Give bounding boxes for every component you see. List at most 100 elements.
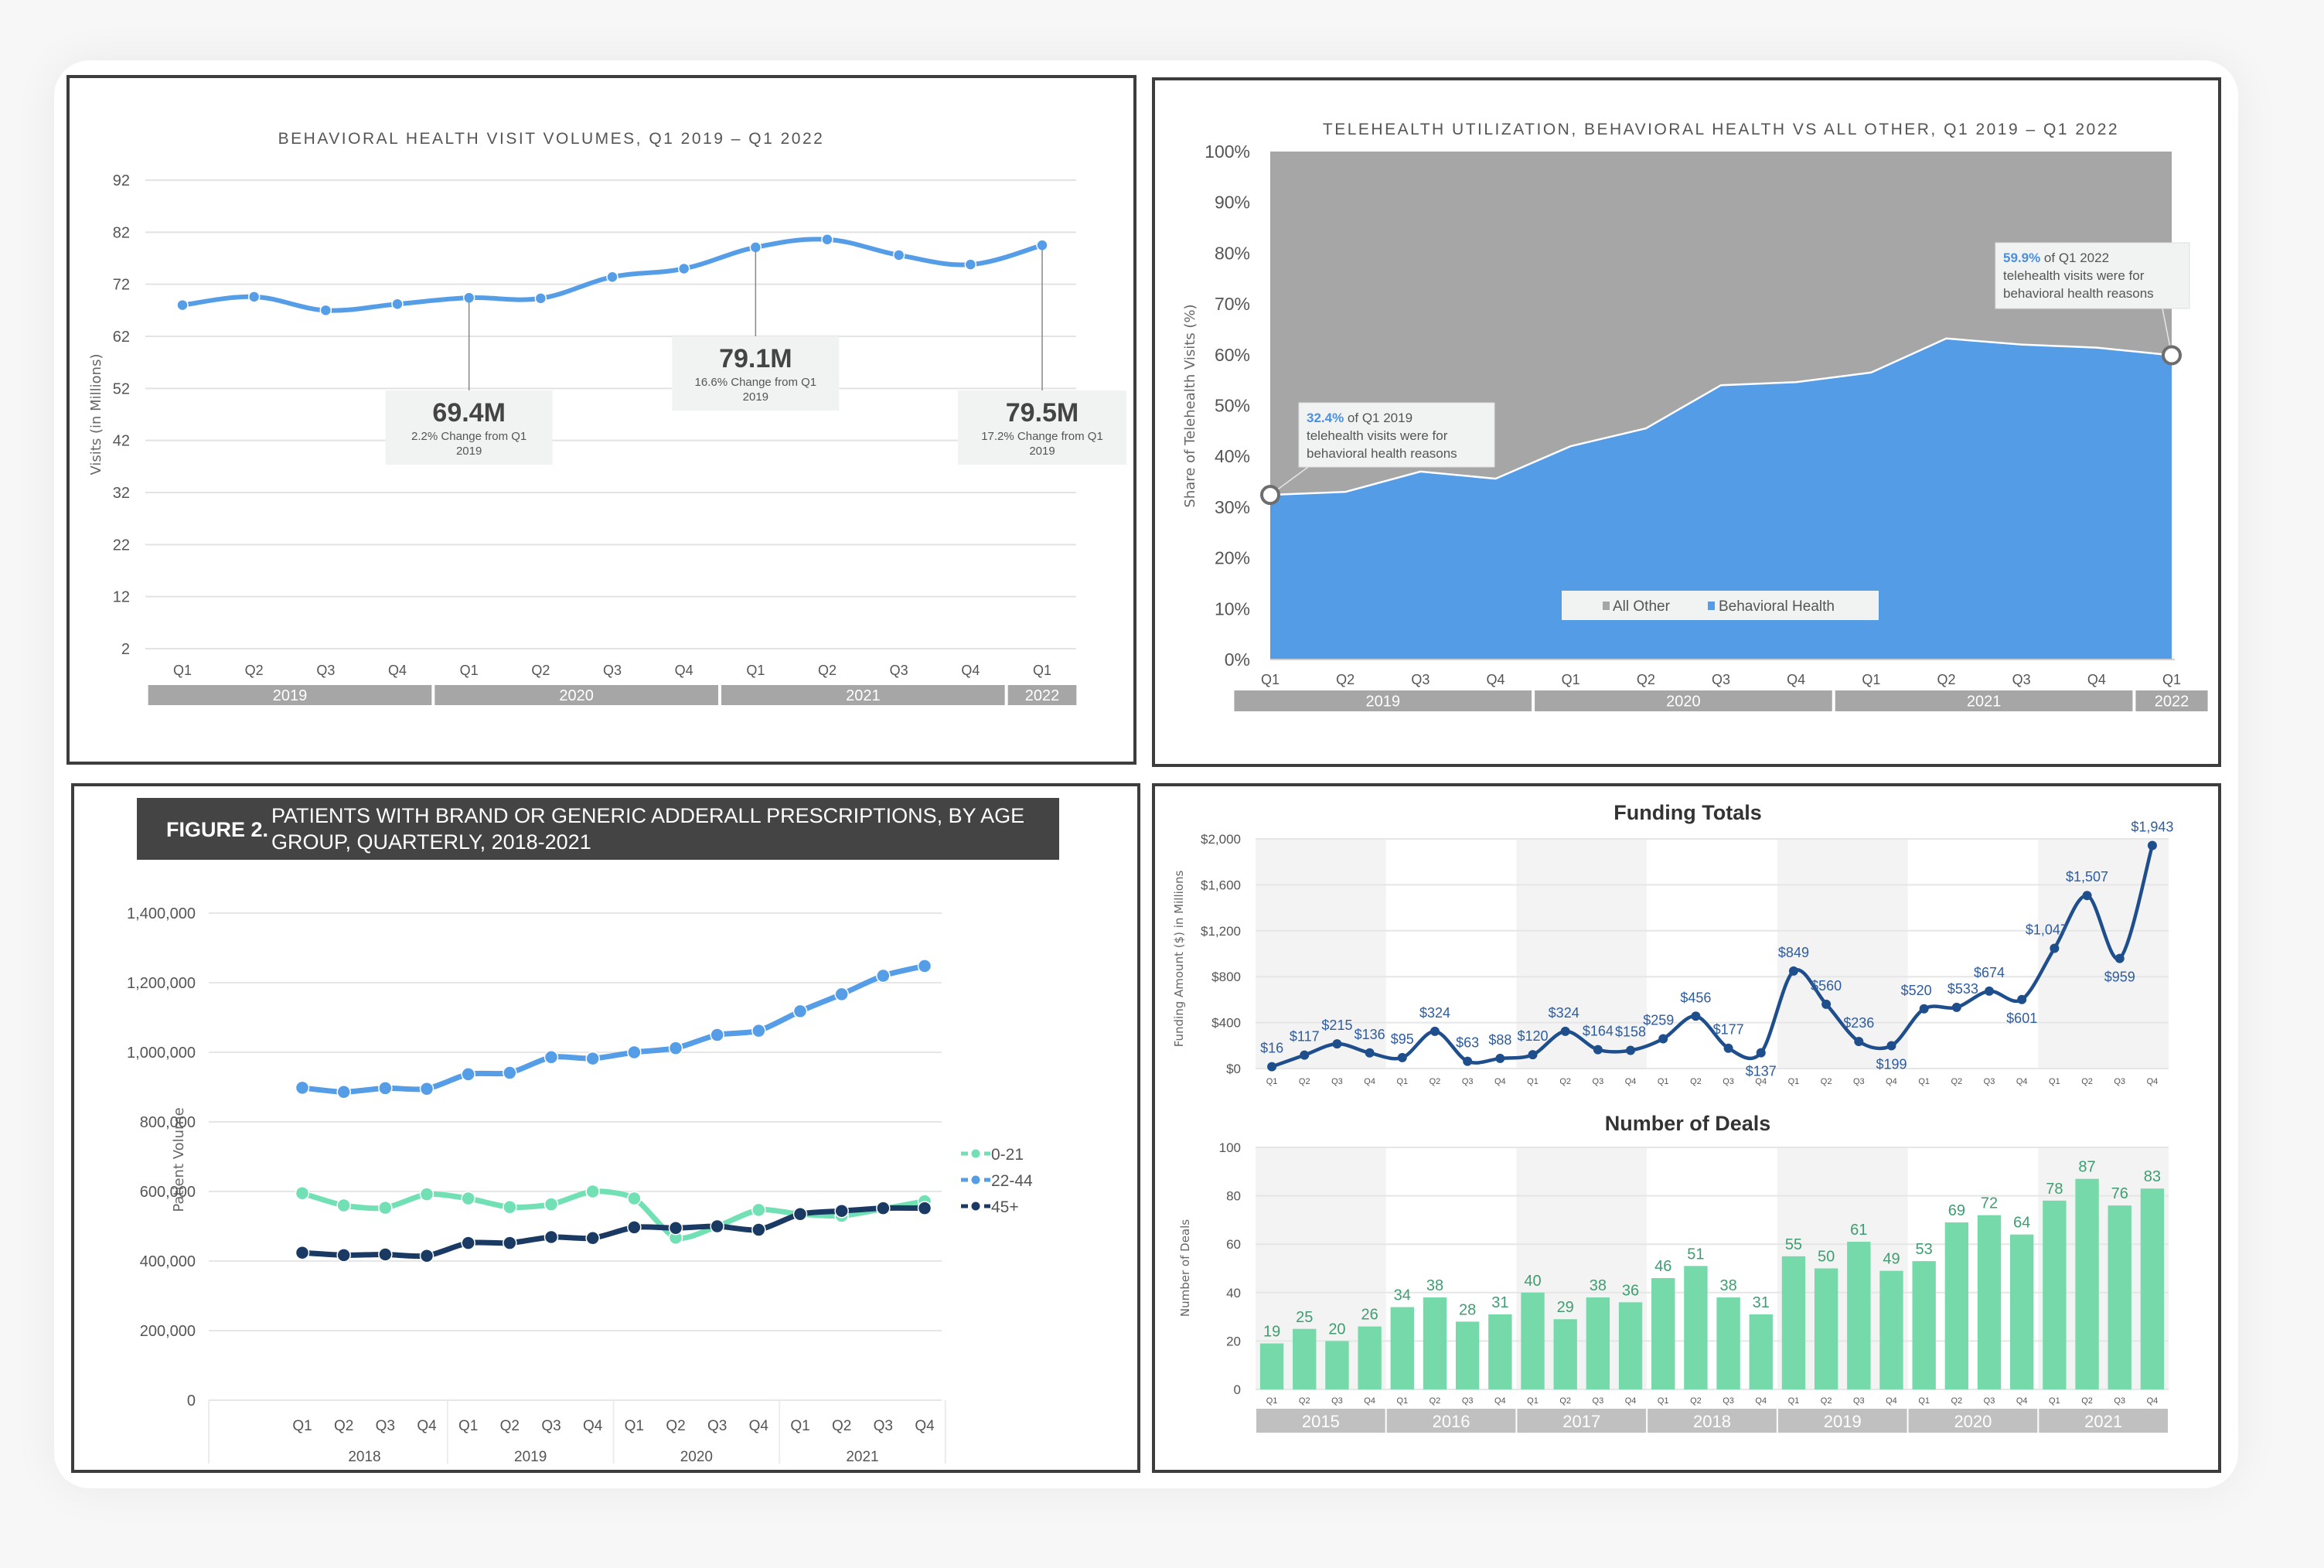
x-tick-label: Q3 — [1984, 1396, 1995, 1406]
data-point — [1854, 1036, 1864, 1046]
data-point — [2017, 994, 2027, 1004]
data-label: $1,943 — [2131, 819, 2173, 834]
deal-bar — [1847, 1242, 1871, 1389]
data-label: 26 — [1361, 1307, 1378, 1324]
data-label: $601 — [2006, 1011, 2037, 1026]
data-label: 50 — [1818, 1249, 1835, 1266]
x-tick-label: Q2 — [1690, 1396, 1702, 1406]
data-label: 38 — [1719, 1277, 1736, 1294]
deal-bar — [2140, 1188, 2165, 1389]
x-tick-label: Q2 — [1299, 1077, 1310, 1086]
x-tick-label: Q2 — [2081, 1077, 2093, 1086]
data-label: 72 — [1981, 1195, 1998, 1212]
data-label: $136 — [1355, 1027, 1385, 1042]
x-tick-label: Q1 — [1396, 1396, 1408, 1406]
data-label: $95 — [1391, 1031, 1414, 1047]
deal-bar — [1358, 1326, 1382, 1389]
x-tick-label: Q4 — [2016, 1396, 2028, 1406]
data-label: $533 — [1947, 981, 1978, 997]
data-label: 28 — [1459, 1301, 1476, 1318]
data-label: $959 — [2104, 970, 2135, 985]
year-label: 2017 — [1562, 1412, 1600, 1431]
data-label: 64 — [2013, 1215, 2030, 1232]
x-tick-label: Q3 — [1853, 1396, 1865, 1406]
data-label: $117 — [1290, 1029, 1320, 1045]
x-tick-label: Q1 — [1396, 1077, 1408, 1086]
year-label: 2020 — [1954, 1412, 1992, 1431]
data-point — [1300, 1050, 1310, 1060]
data-label: $88 — [1488, 1032, 1511, 1048]
year-label: 2016 — [1433, 1412, 1470, 1431]
data-label: 83 — [2144, 1168, 2161, 1185]
data-point — [1495, 1053, 1505, 1063]
data-label: $199 — [1876, 1056, 1907, 1072]
y-tick-label: 40 — [1226, 1286, 1241, 1300]
data-point — [1756, 1048, 1766, 1058]
data-label: 53 — [1916, 1241, 1933, 1258]
y-tick-label: 60 — [1226, 1237, 1241, 1252]
deal-bar — [1390, 1307, 1414, 1389]
x-tick-label: Q2 — [1690, 1077, 1702, 1086]
deal-bar — [1684, 1266, 1708, 1389]
data-label: $215 — [1321, 1017, 1352, 1033]
data-label: $456 — [1680, 990, 1711, 1005]
deal-bar — [2010, 1234, 2034, 1389]
x-tick-label: Q3 — [1331, 1077, 1343, 1086]
data-label: $63 — [1456, 1035, 1479, 1051]
deal-bar — [1325, 1341, 1349, 1389]
data-point — [1397, 1052, 1407, 1062]
data-label: 76 — [2111, 1185, 2128, 1202]
y-tick-label: $1,600 — [1201, 878, 1241, 892]
data-label: 20 — [1328, 1321, 1345, 1338]
year-label: 2018 — [1693, 1412, 1731, 1431]
y-tick-label: 100 — [1219, 1140, 1241, 1155]
deal-bar — [1781, 1256, 1806, 1389]
y-tick-label: $1,200 — [1201, 924, 1241, 939]
deal-bar — [2108, 1205, 2131, 1389]
data-label: $16 — [1260, 1041, 1283, 1056]
data-label: 31 — [1491, 1294, 1508, 1311]
data-label: 38 — [1426, 1277, 1443, 1294]
x-tick-label: Q2 — [2081, 1396, 2093, 1406]
x-tick-label: Q2 — [1951, 1396, 1962, 1406]
data-label: 49 — [1883, 1251, 1900, 1268]
data-label: 78 — [2046, 1181, 2063, 1198]
deal-bar — [1912, 1261, 1936, 1389]
data-label: 38 — [1590, 1277, 1607, 1294]
data-label: $177 — [1713, 1022, 1744, 1038]
data-point — [1919, 1004, 1929, 1014]
x-tick-label: Q1 — [2049, 1396, 2060, 1406]
data-point — [1723, 1043, 1733, 1053]
data-point — [1332, 1039, 1342, 1049]
y-tick-label: 0 — [1234, 1382, 1241, 1397]
data-label: $158 — [1615, 1024, 1646, 1040]
deal-bar — [1586, 1297, 1610, 1389]
year-label: 2019 — [1824, 1412, 1862, 1431]
deals-chart-title: Number of Deals — [1605, 1112, 1771, 1135]
data-point — [1429, 1026, 1440, 1036]
x-tick-label: Q1 — [1788, 1396, 1800, 1406]
x-tick-label: Q1 — [1918, 1396, 1930, 1406]
x-tick-label: Q2 — [1951, 1077, 1962, 1086]
x-tick-label: Q4 — [1886, 1077, 1897, 1086]
data-label: $164 — [1583, 1024, 1614, 1039]
data-label: 46 — [1654, 1258, 1671, 1275]
funding-y-axis-label: Funding Amount ($) in Millions — [1172, 871, 1186, 1048]
x-tick-label: Q4 — [1755, 1396, 1767, 1406]
data-label: 55 — [1785, 1236, 1802, 1253]
y-tick-label: 20 — [1226, 1334, 1241, 1348]
x-tick-label: Q3 — [1984, 1077, 1995, 1086]
deal-bar — [1716, 1297, 1740, 1389]
year-label: 2021 — [2084, 1412, 2122, 1431]
data-label: $849 — [1778, 945, 1809, 960]
x-tick-label: Q3 — [1853, 1077, 1865, 1086]
x-tick-label: Q4 — [1886, 1396, 1897, 1406]
data-label: 31 — [1753, 1294, 1770, 1311]
x-tick-label: Q1 — [1266, 1077, 1278, 1086]
deal-bar — [1423, 1297, 1447, 1389]
x-tick-label: Q1 — [1266, 1396, 1278, 1406]
data-point — [1463, 1056, 1473, 1066]
x-tick-label: Q1 — [1527, 1396, 1539, 1406]
data-label: $324 — [1549, 1005, 1579, 1021]
deal-bar — [1944, 1222, 1969, 1389]
